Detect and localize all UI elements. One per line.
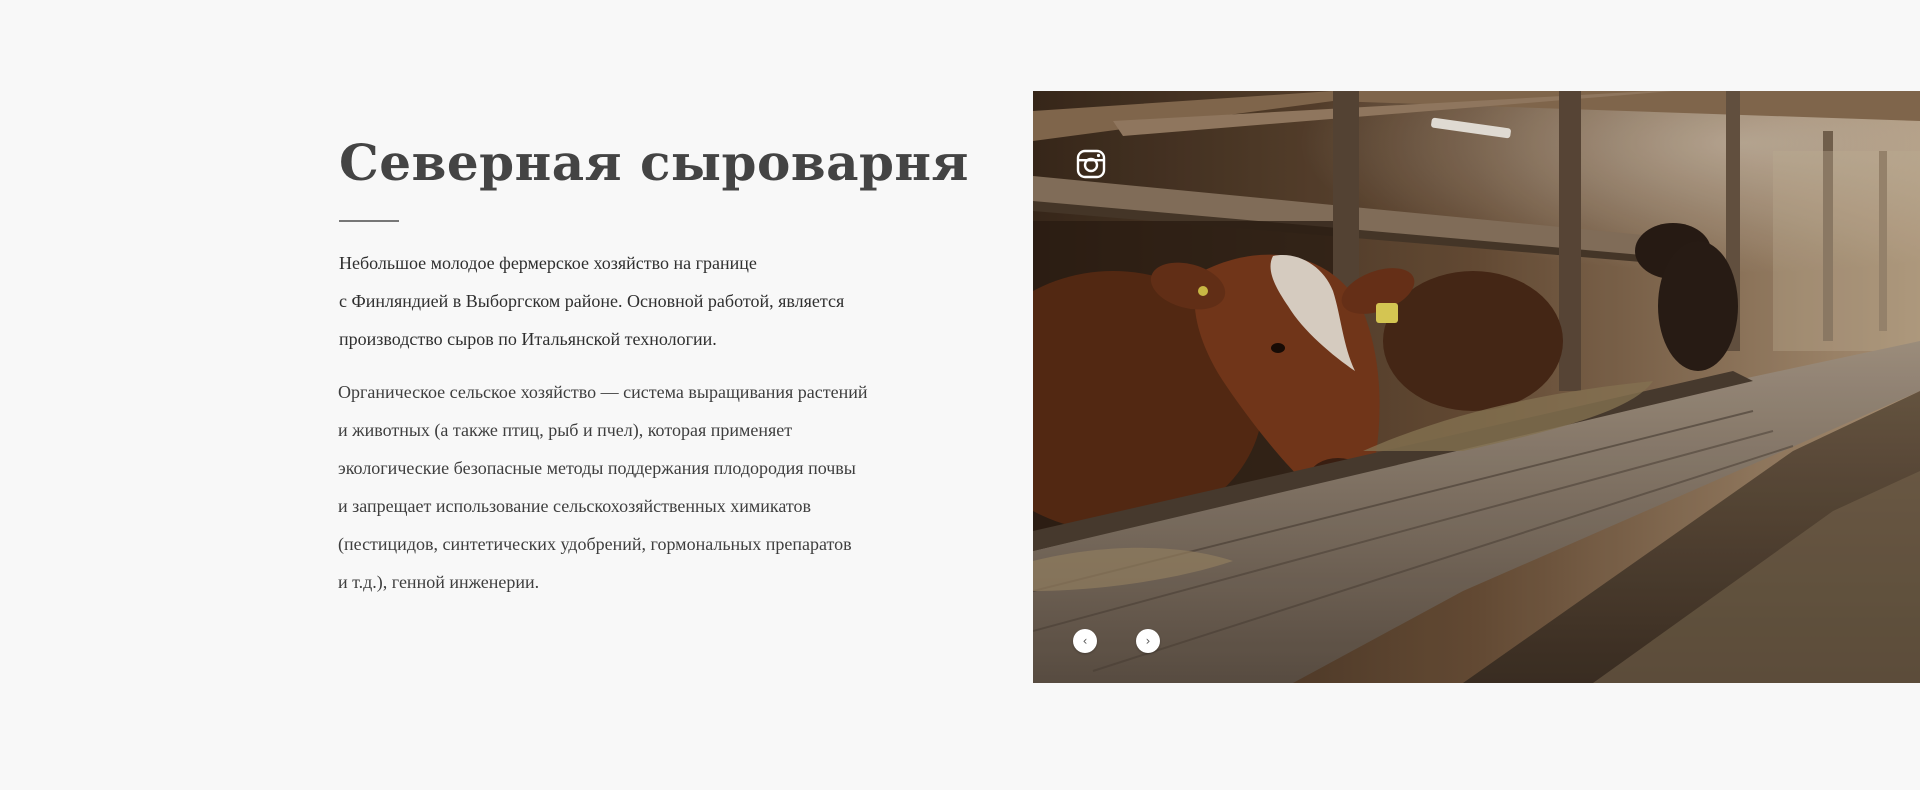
slider-prev-button[interactable]: ‹ (1073, 629, 1097, 653)
instagram-glyph (1076, 149, 1106, 179)
organic-line: и животных (а также птиц, рыб и пчел), к… (338, 420, 793, 440)
slider-next-button[interactable]: › (1136, 629, 1160, 653)
intro-line: Небольшое молодое фермерское хозяйство н… (339, 253, 757, 273)
organic-line: (пестицидов, синтетических удобрений, го… (338, 534, 852, 554)
organic-line: Органическое сельское хозяйство — систем… (338, 382, 868, 402)
organic-line: и т.д.), генной инженерии. (338, 572, 540, 592)
instagram-icon[interactable] (1076, 149, 1106, 179)
section-title: Северная сыроварня (339, 133, 969, 192)
chevron-left-icon: ‹ (1082, 634, 1088, 648)
organic-line: экологические безопасные методы поддержа… (338, 458, 856, 478)
barn-cows-photo (1033, 91, 1920, 683)
organic-paragraph: Органическое сельское хозяйство — систем… (338, 373, 959, 601)
intro-line: с Финляндией в Выборгском районе. Основн… (339, 291, 845, 311)
intro-line: производство сыров по Итальянской технол… (339, 329, 717, 349)
intro-paragraph: Небольшое молодое фермерское хозяйство н… (339, 244, 959, 358)
organic-line: и запрещает использование сельскохозяйст… (338, 496, 812, 516)
image-slider[interactable]: ‹ › (1033, 91, 1920, 683)
about-text-column: Северная сыроварня Небольшое молодое фер… (338, 130, 969, 601)
about-section: Северная сыроварня Небольшое молодое фер… (0, 0, 1920, 790)
title-divider (339, 220, 399, 222)
chevron-right-icon: › (1145, 634, 1151, 648)
